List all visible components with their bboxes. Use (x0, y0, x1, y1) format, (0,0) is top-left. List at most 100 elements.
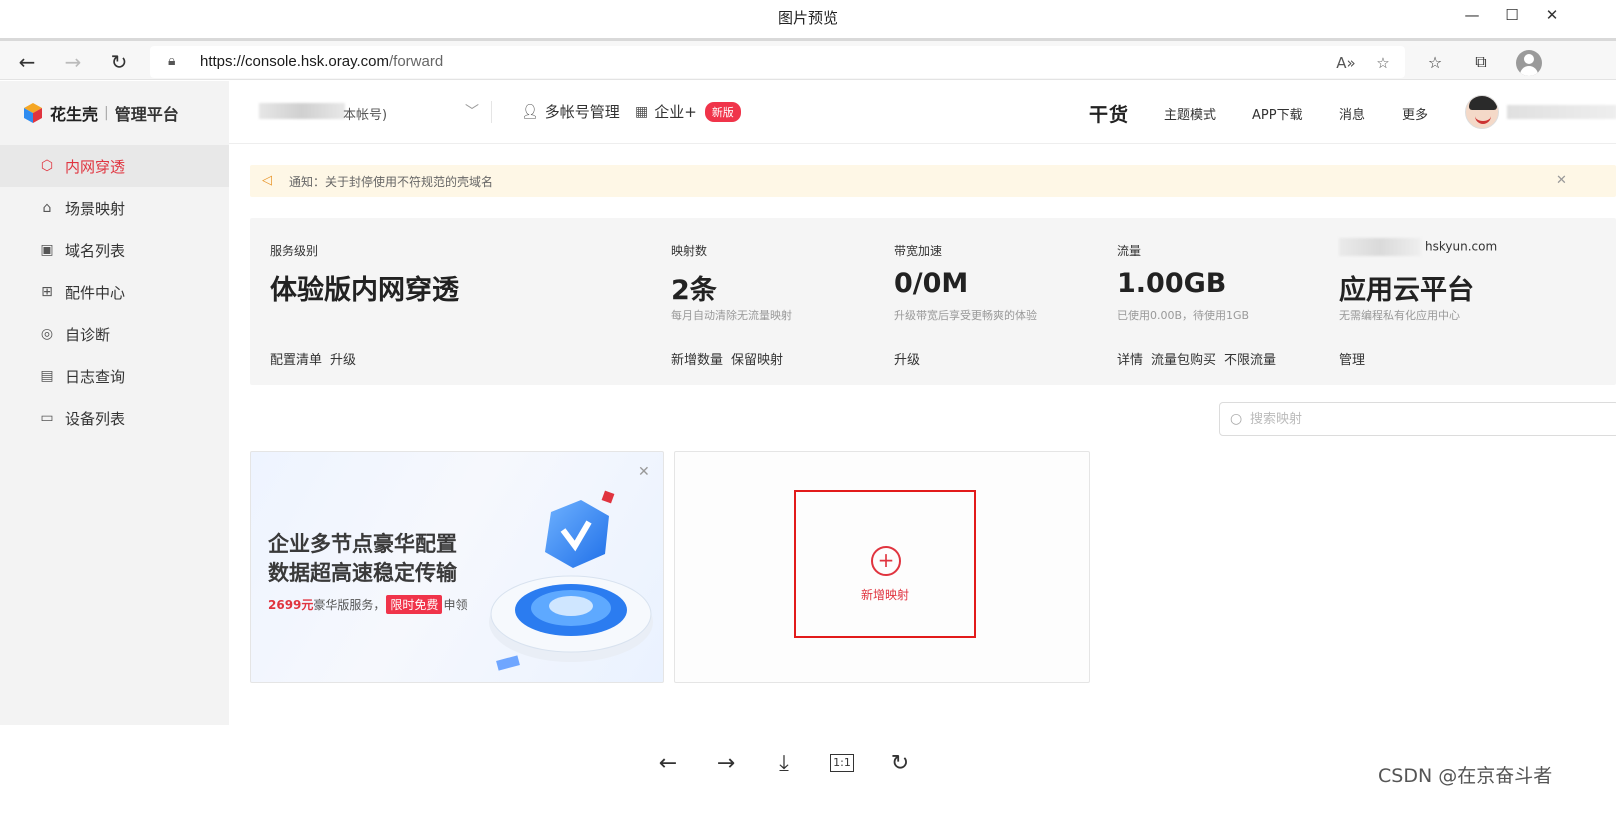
home-icon: ⌂ (42, 200, 52, 216)
close-icon[interactable]: ✕ (638, 464, 650, 480)
minimize-button[interactable]: — (1452, 2, 1492, 28)
top-header: 本帐号) ﹀ 👤︎ 多帐号管理 ▦ 企业+ 新版 干货 主题模式 APP下载 消… (229, 81, 1616, 144)
stat-subtext: 每月自动清除无流量映射 (671, 309, 792, 322)
menu-theme-mode[interactable]: 主题模式 (1164, 104, 1216, 123)
sidebar-item-label: 设备列表 (65, 409, 126, 428)
add-favorite-icon[interactable]: ☆ (1372, 52, 1394, 74)
sidebar-item-scene-mapping[interactable]: ⌂ 场景映射 (0, 187, 229, 229)
viewer-title: 图片预览 (777, 9, 838, 27)
enterprise-label: 企业+ (654, 103, 697, 121)
chevron-down-icon[interactable]: ﹀ (465, 101, 479, 121)
cube-icon: ⬡ (40, 158, 54, 174)
maximize-button[interactable]: ☐ (1492, 2, 1532, 28)
details-link[interactable]: 详情 (1117, 353, 1143, 368)
favorites-icon[interactable]: ☆ (1423, 50, 1447, 74)
sidebar-item-accessory-center[interactable]: ⊞ 配件中心 (0, 271, 229, 313)
notice-text[interactable]: 通知：关于封停使用不符规范的壳域名 (289, 173, 493, 190)
sidebar-item-label: 内网穿透 (65, 157, 126, 176)
avatar[interactable] (1465, 95, 1499, 129)
address-bar[interactable]: 🔒︎ https://console.hsk.oray.com/forward … (150, 46, 1405, 78)
domain-redacted (1339, 238, 1421, 256)
menu-app-download[interactable]: APP下载 (1252, 104, 1303, 123)
notice-bar: ◁ 通知：关于封停使用不符规范的壳域名 ✕ (250, 165, 1616, 197)
search-input[interactable] (1250, 408, 1550, 430)
stat-value: 体验版内网穿透 (270, 275, 459, 306)
monitor-icon: ▭ (40, 410, 54, 426)
sidebar-item-label: 配件中心 (65, 283, 126, 302)
add-mapping-button[interactable]: + 新增映射 (794, 490, 976, 638)
promo-service: 豪华版服务， (313, 598, 386, 612)
add-mapping-label: 新增映射 (860, 588, 909, 602)
download-icon[interactable]: ⤓ (769, 748, 799, 778)
ganhuo-link[interactable]: 干货 (1089, 100, 1129, 127)
multi-account-link[interactable]: 👤︎ 多帐号管理 (521, 101, 620, 122)
keep-mapping-link[interactable]: 保留映射 (731, 353, 783, 368)
username-redacted (1507, 105, 1616, 119)
close-icon[interactable]: ✕ (1556, 173, 1567, 188)
config-list-link[interactable]: 配置清单 (270, 353, 322, 368)
forward-icon[interactable]: → (59, 48, 87, 76)
url-text[interactable]: https://console.hsk.oray.com/forward (200, 53, 443, 70)
sidebar-item-self-diagnosis[interactable]: ◎ 自诊断 (0, 313, 229, 355)
csdn-watermark: CSDN @在京奋斗者 (1378, 765, 1553, 787)
domain-icon: ▣ (40, 242, 54, 258)
sidebar-item-device-list[interactable]: ▭ 设备列表 (0, 397, 229, 439)
collections-icon[interactable]: ⧉ (1469, 50, 1493, 74)
lock-icon: 🔒︎ (168, 53, 176, 69)
sidebar-item-domain-list[interactable]: ▣ 域名列表 (0, 229, 229, 271)
promo-card[interactable]: ✕ 企业多节点豪华配置 数据超高速稳定传输 2699元 豪华版服务， 限时免费 申领 (250, 451, 664, 683)
close-window-button[interactable]: ✕ (1532, 2, 1572, 28)
user-icon: 👤︎ (521, 103, 539, 120)
log-icon: ▤ (40, 368, 54, 384)
search-box[interactable]: ○ (1219, 402, 1616, 436)
add-quantity-link[interactable]: 新增数量 (671, 353, 723, 368)
rotate-icon[interactable]: ↻ (885, 748, 915, 778)
sidebar-item-label: 场景映射 (65, 199, 126, 218)
megaphone-icon: ◁ (262, 173, 272, 188)
stats-panel: 服务级别 体验版内网穿透 配置清单 升级 映射数 2条 每月自动清除无流量映射 新… (250, 218, 1616, 385)
new-badge: 新版 (704, 101, 741, 122)
header-divider (491, 101, 492, 123)
logo-icon (24, 103, 42, 123)
bandwidth-upgrade-link[interactable]: 升级 (894, 353, 920, 368)
manage-link[interactable]: 管理 (1339, 353, 1365, 368)
back-icon[interactable]: ← (13, 48, 41, 76)
logo[interactable]: 花生壳 | 管理平台 (22, 101, 179, 125)
stat-label: 流量 (1117, 244, 1142, 258)
profile-icon[interactable] (1516, 50, 1542, 76)
promo-headline-2: 数据超高速稳定传输 (268, 561, 457, 585)
promo-illustration (489, 490, 653, 671)
stat-subtext: 已使用0.00B，待使用1GB (1117, 309, 1250, 322)
upgrade-link[interactable]: 升级 (330, 353, 356, 368)
sidebar-item-log-query[interactable]: ▤ 日志查询 (0, 355, 229, 397)
diagnosis-icon: ◎ (40, 326, 54, 342)
promo-claim: 申领 (443, 598, 468, 612)
app-frame: 花生壳 | 管理平台 ⬡ 内网穿透 ⌂ 场景映射 ▣ 域名列表 ⊞ 配件中心 ◎… (0, 81, 1616, 725)
enterprise-link[interactable]: ▦ 企业+ 新版 (635, 101, 741, 122)
buy-traffic-link[interactable]: 流量包购买 (1151, 353, 1216, 368)
menu-messages[interactable]: 消息 (1339, 104, 1365, 123)
refresh-icon[interactable]: ↻ (105, 48, 133, 76)
sidebar-item-intranet-penetration[interactable]: ⬡ 内网穿透 (0, 145, 229, 187)
plus-icon: + (871, 546, 901, 576)
account-name-redacted (259, 103, 345, 119)
free-badge: 限时免费 (386, 595, 443, 614)
viewer-titlebar: 图片预览 — ☐ ✕ (0, 0, 1616, 34)
next-image-icon[interactable]: → (711, 748, 741, 778)
multi-account-label: 多帐号管理 (544, 103, 620, 121)
promo-price: 2699元 (268, 598, 314, 612)
grid-icon: ⊞ (41, 284, 53, 300)
logo-brand: 花生壳 (50, 105, 99, 124)
stat-subtext: 升级带宽后享受更畅爽的体验 (894, 309, 1037, 322)
stat-label: 映射数 (671, 244, 708, 258)
viewer-toolbar: ← → ⤓ 1:1 ↻ CSDN @在京奋斗者 (0, 725, 1616, 815)
actual-size-icon[interactable]: 1:1 (827, 748, 857, 778)
menu-more[interactable]: 更多 (1402, 104, 1428, 123)
search-icon: ○ (1230, 411, 1243, 427)
previous-image-icon[interactable]: ← (653, 748, 683, 778)
unlimited-traffic-link[interactable]: 不限流量 (1224, 353, 1276, 368)
sidebar-item-label: 自诊断 (65, 325, 111, 344)
browser-toolbar: ← → ↻ 🔒︎ https://console.hsk.oray.com/fo… (0, 38, 1616, 80)
sidebar-item-label: 日志查询 (65, 367, 126, 386)
read-aloud-icon[interactable]: A» (1335, 52, 1357, 74)
